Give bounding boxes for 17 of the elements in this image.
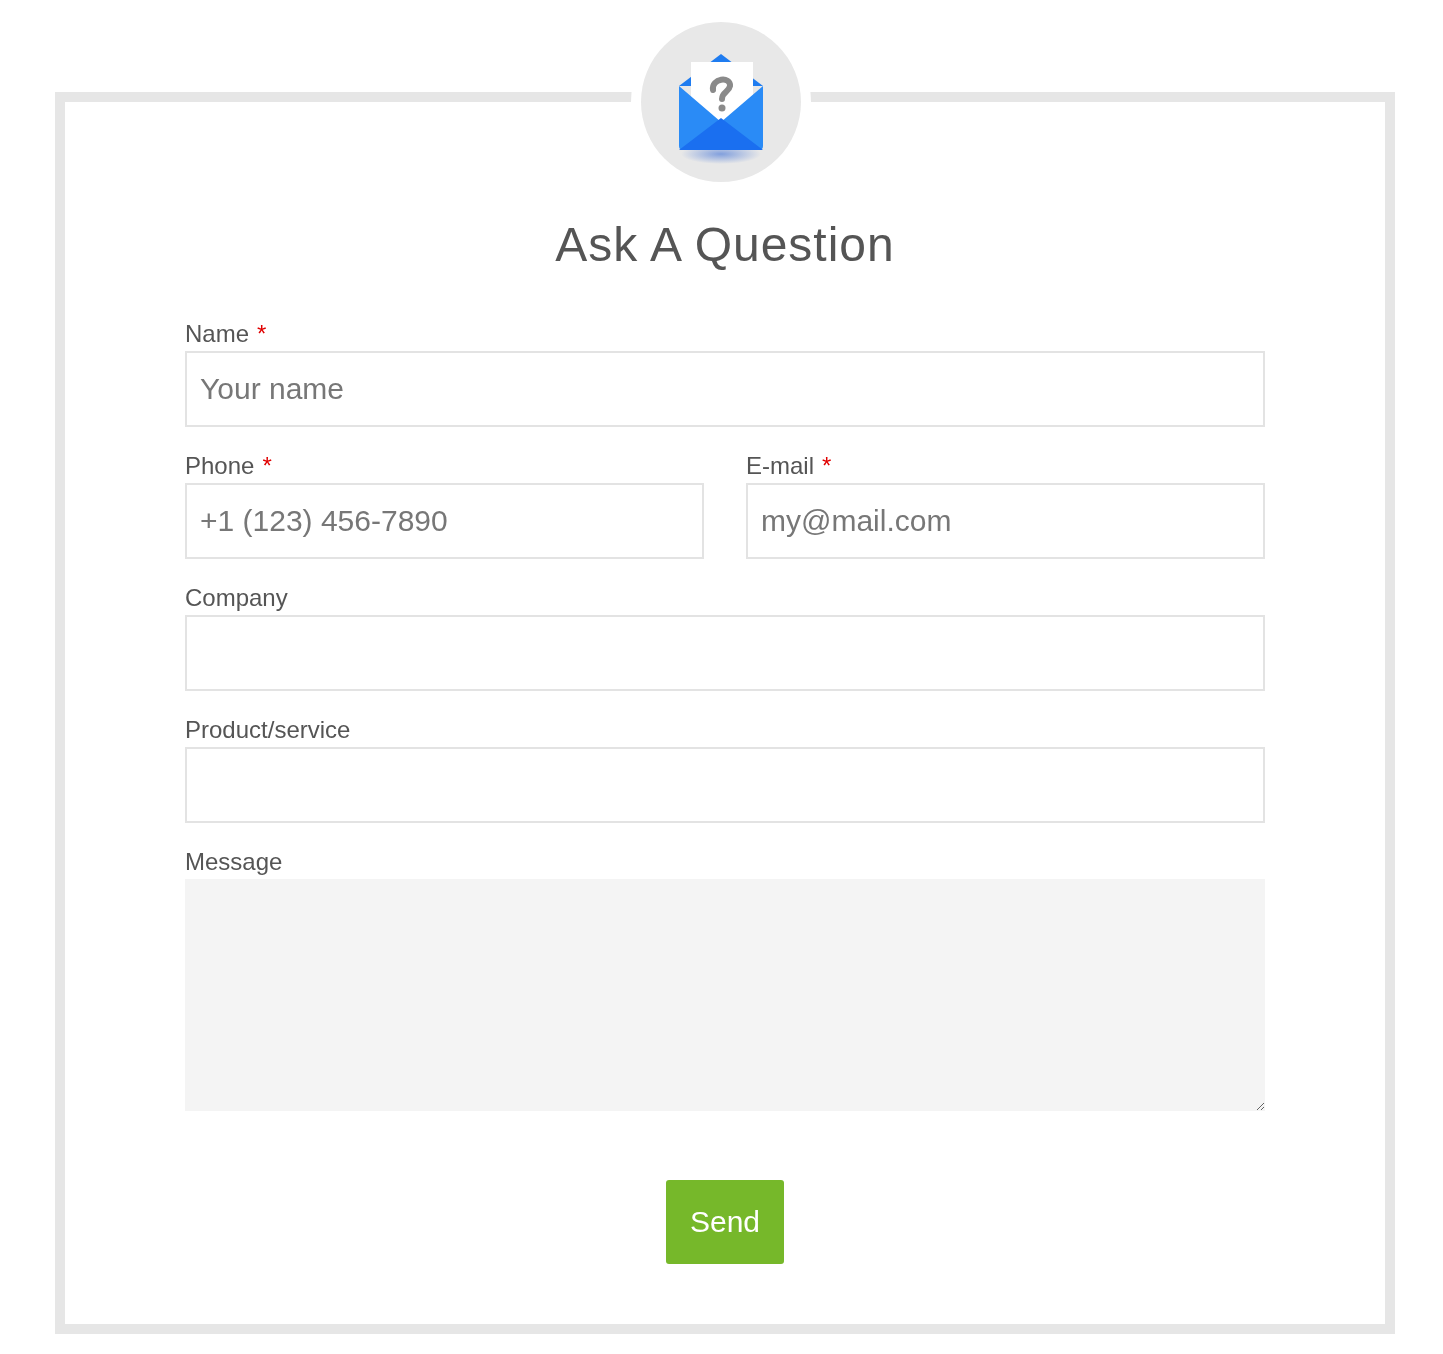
required-mark: * — [257, 319, 267, 349]
field-label: Phone — [185, 451, 255, 481]
input-field[interactable]: my@mail.com — [746, 483, 1265, 559]
field-label: Message — [185, 847, 283, 877]
field-label: Name — [185, 319, 250, 349]
form-title: Ask A Question — [554, 217, 896, 273]
required-mark: * — [822, 451, 832, 481]
input-field[interactable] — [185, 615, 1265, 691]
required-mark: * — [262, 451, 272, 481]
field-label: E-mail — [746, 451, 814, 481]
input-field[interactable]: Your name — [185, 351, 1265, 427]
input-field[interactable] — [185, 747, 1265, 823]
message-field[interactable] — [185, 879, 1265, 1111]
field-label: Product/service — [185, 715, 351, 745]
send-button[interactable]: Send — [666, 1180, 784, 1264]
field-label: Company — [185, 583, 288, 613]
input-field[interactable]: +1 (123) 456-7890 — [185, 483, 704, 559]
